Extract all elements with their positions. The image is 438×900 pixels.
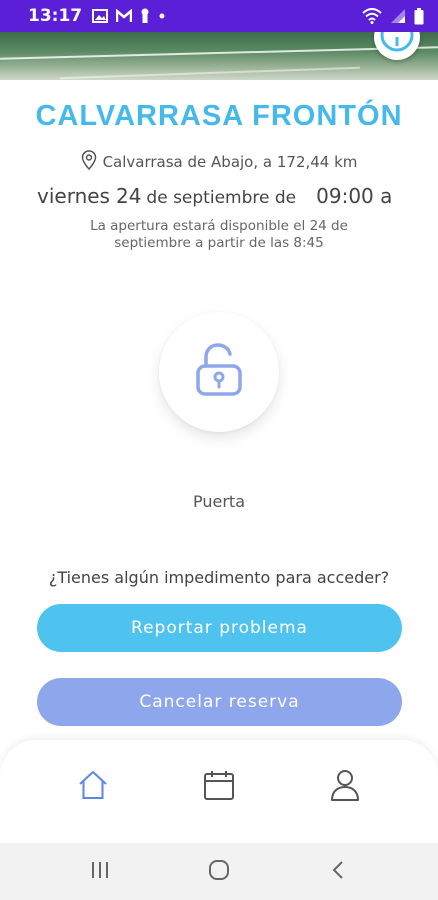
cancel-booking-button[interactable]: Cancelar reserva — [37, 678, 402, 726]
bottom-nav — [0, 740, 438, 843]
access-question: ¿Tienes algún impedimento para acceder? — [48, 568, 390, 587]
unlock-icon — [194, 342, 244, 402]
booking-time: 09:00 a — [316, 184, 393, 208]
booking-day: 24 — [115, 184, 142, 208]
recents-button[interactable] — [80, 852, 120, 892]
report-problem-button[interactable]: Reportar problema — [37, 604, 402, 652]
booking-month: de septiembre de — [146, 188, 297, 208]
booking-detail: CALVARRASA FRONTÓN Calvarrasa de Abajo, … — [0, 80, 438, 740]
opening-note: La apertura estará disponible el 24 de s… — [90, 218, 348, 251]
location-row: Calvarrasa de Abajo, a 172,44 km — [0, 150, 438, 174]
recents-icon — [90, 861, 110, 883]
back-button[interactable] — [318, 852, 358, 892]
info-icon — [379, 32, 415, 57]
home-icon — [77, 769, 109, 805]
battery-icon — [414, 7, 424, 25]
door-unlock-button[interactable] — [159, 312, 279, 432]
system-home-button[interactable] — [199, 852, 239, 892]
booking-datetime: viernes 24 de septiembre de 09:00 a — [37, 184, 417, 208]
nav-profile[interactable] — [325, 767, 365, 807]
gmail-icon — [116, 9, 133, 23]
calendar-icon — [203, 769, 235, 805]
dot-icon — [158, 12, 166, 20]
keyhole-icon — [140, 8, 150, 24]
booking-weekday: viernes — [37, 184, 110, 208]
info-button[interactable] — [374, 32, 420, 60]
location-pin-icon — [81, 150, 97, 174]
image-icon — [92, 9, 109, 23]
user-icon — [330, 769, 360, 805]
back-icon — [331, 860, 345, 884]
door-label: Puerta — [192, 492, 245, 511]
status-time: 13:17 — [28, 6, 83, 26]
location-text: Calvarrasa de Abajo, a 172,44 km — [102, 153, 358, 171]
court-title: CALVARRASA FRONTÓN — [35, 100, 403, 132]
home-circle-icon — [208, 859, 230, 885]
nav-calendar[interactable] — [199, 767, 239, 807]
wifi-icon — [362, 8, 382, 24]
signal-icon — [390, 8, 406, 24]
system-nav-bar — [0, 843, 438, 900]
nav-home[interactable] — [73, 767, 113, 807]
court-image — [0, 32, 438, 80]
status-bar: 13:17 — [0, 0, 438, 32]
